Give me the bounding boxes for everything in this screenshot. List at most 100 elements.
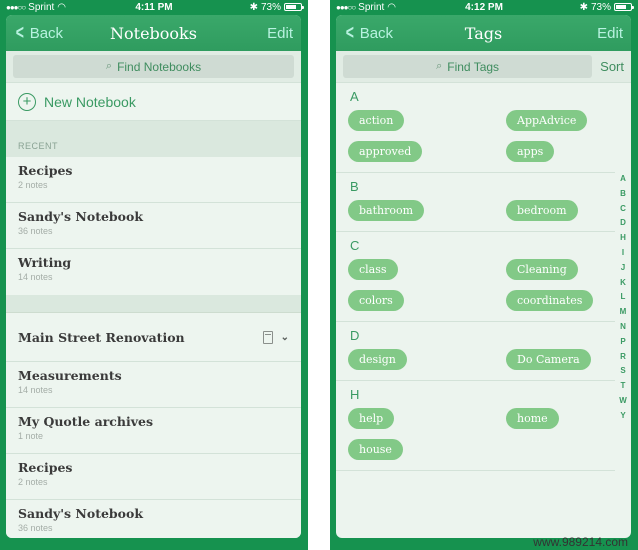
tag-pill[interactable]: bathroom: [348, 200, 425, 221]
notebook-row[interactable]: Sandy's Notebook 36 notes: [6, 500, 301, 538]
notebooks-screen: < Back Notebooks Edit ⌕ Find Notebooks +…: [6, 15, 301, 538]
tag-list: Aaction AppAdvice approved apps Bbathroom bed…: [336, 83, 631, 471]
index-letter[interactable]: R: [620, 350, 626, 365]
tag-pill[interactable]: Cleaning: [506, 259, 578, 280]
new-notebook-label: New Notebook: [44, 93, 136, 110]
notebook-row[interactable]: My Quotle archives 1 note: [6, 408, 301, 454]
chevron-down-icon[interactable]: ⌄: [281, 332, 289, 343]
index-letter[interactable]: M: [620, 305, 627, 320]
tag-pill[interactable]: apps: [506, 141, 555, 162]
notebook-stack-icon: [262, 330, 273, 344]
section-letter: B: [350, 179, 359, 194]
tag-grid: help home house: [348, 408, 615, 460]
notebook-count: 1 note: [18, 431, 44, 441]
index-letter[interactable]: A: [620, 172, 626, 187]
index-letter[interactable]: K: [620, 276, 626, 291]
tag-pill[interactable]: help: [348, 408, 395, 429]
search-placeholder: Find Tags: [447, 59, 500, 74]
find-tags-input[interactable]: ⌕ Find Tags: [343, 55, 593, 78]
tag-section: Aaction AppAdvice approved apps: [336, 83, 615, 173]
tag-pill[interactable]: colors: [348, 290, 404, 311]
tag-section: Bbathroom bedroom: [336, 173, 615, 232]
tag-section: Ddesign Do Camera: [336, 322, 615, 381]
back-label: Back: [359, 24, 394, 42]
index-letter[interactable]: B: [620, 187, 626, 202]
tag-pill[interactable]: action: [348, 110, 405, 131]
section-letter: C: [350, 238, 360, 253]
back-label: Back: [29, 24, 64, 42]
tag-pill[interactable]: coordinates: [506, 290, 594, 311]
index-letter[interactable]: H: [620, 231, 626, 246]
index-letter[interactable]: I: [622, 246, 624, 261]
find-notebooks-input[interactable]: ⌕ Find Notebooks: [13, 55, 294, 78]
tag-pill[interactable]: AppAdvice: [506, 110, 588, 131]
edit-button[interactable]: Edit: [267, 25, 293, 42]
index-letter[interactable]: J: [621, 261, 625, 276]
index-letter[interactable]: N: [620, 320, 626, 335]
battery-fill: [286, 5, 297, 9]
index-letter[interactable]: S: [620, 364, 625, 379]
notebook-row[interactable]: Measurements 14 notes: [6, 362, 301, 408]
tag-pill[interactable]: class: [348, 259, 398, 280]
stack-row[interactable]: Main Street Renovation ⌄: [6, 313, 301, 362]
notebook-title: My Quotle archives: [18, 414, 153, 429]
notebook-title: Recipes: [18, 460, 73, 475]
edit-button[interactable]: Edit: [597, 25, 623, 42]
chevron-left-icon: <: [15, 22, 24, 44]
notebook-count: 36 notes: [18, 523, 53, 533]
tag-grid: design Do Camera: [348, 349, 615, 370]
notebook-title: Writing: [18, 255, 72, 270]
notebook-row[interactable]: Writing 14 notes: [6, 249, 301, 295]
wifi-icon: ◠: [387, 1, 397, 13]
notebook-title: Sandy's Notebook: [18, 506, 143, 521]
notebook-row[interactable]: Recipes 2 notes: [6, 454, 301, 500]
battery-fill: [616, 5, 627, 9]
tags-screen: < Back Tags Edit ⌕ Find Tags Sort Aactio…: [336, 15, 631, 538]
index-letter[interactable]: T: [621, 379, 626, 394]
back-button[interactable]: < Back: [14, 23, 63, 43]
tag-section: Cclass Cleaning colors coordinates: [336, 232, 615, 322]
wifi-icon: ◠: [57, 1, 67, 13]
index-letter[interactable]: C: [620, 202, 626, 217]
notebook-row[interactable]: Recipes 2 notes: [6, 157, 301, 203]
search-icon: ⌕: [436, 60, 443, 72]
section-letter: A: [350, 89, 359, 104]
tag-pill[interactable]: approved: [348, 141, 423, 162]
search-bar: ⌕ Find Tags Sort: [336, 51, 631, 83]
alphabet-index[interactable]: ABCDHIJKLMNPRSTWY: [617, 172, 629, 424]
battery-icon: [284, 3, 305, 11]
notebook-title: Sandy's Notebook: [18, 209, 143, 224]
tag-pill[interactable]: design: [348, 349, 407, 370]
sort-button[interactable]: Sort: [600, 59, 624, 74]
notebook-count: 36 notes: [18, 226, 53, 236]
notebook-count: 2 notes: [18, 180, 48, 190]
section-letter: H: [350, 387, 360, 402]
status-bar: ●●●○○ Sprint ◠ 4:11 PM ✱ 73%: [0, 0, 308, 14]
tag-pill[interactable]: Do Camera: [506, 349, 591, 370]
signal-icon: ●●●○○: [6, 2, 26, 12]
notebooks-phone: ●●●○○ Sprint ◠ 4:11 PM ✱ 73% < Back Note…: [0, 0, 308, 550]
index-letter[interactable]: L: [621, 290, 626, 305]
battery-icon: [614, 3, 635, 11]
back-button[interactable]: < Back: [344, 23, 393, 43]
tag-section: Hhelp home house: [336, 381, 615, 471]
index-letter[interactable]: D: [620, 216, 626, 231]
notebook-title: Recipes: [18, 163, 73, 178]
notebook-row[interactable]: Sandy's Notebook 36 notes: [6, 203, 301, 249]
carrier-label: Sprint: [358, 1, 385, 13]
index-letter[interactable]: P: [620, 335, 625, 350]
carrier-label: Sprint: [28, 1, 55, 13]
tag-pill[interactable]: home: [506, 408, 559, 429]
status-time: 4:11 PM: [135, 1, 173, 13]
section-divider: [6, 295, 301, 313]
index-letter[interactable]: Y: [620, 409, 625, 424]
tag-pill[interactable]: house: [348, 439, 403, 460]
index-letter[interactable]: W: [619, 394, 627, 409]
tag-pill[interactable]: bedroom: [506, 200, 578, 221]
notebook-count: 14 notes: [18, 385, 53, 395]
notebook-count: 2 notes: [18, 477, 48, 487]
search-placeholder: Find Notebooks: [117, 59, 202, 74]
nav-bar: < Back Tags Edit: [336, 15, 631, 51]
new-notebook-button[interactable]: + New Notebook: [6, 83, 301, 121]
tags-phone: ●●●○○ Sprint ◠ 4:12 PM ✱ 73% < Back Tags…: [330, 0, 638, 550]
